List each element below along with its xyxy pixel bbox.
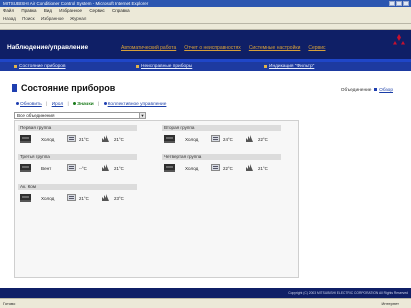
square-icon xyxy=(373,88,377,91)
room-temperature: 21°C xyxy=(114,137,124,142)
menu-item-view[interactable]: Вид xyxy=(44,8,52,13)
window-titlebar: MITSUBISHI Air Conditioner Control Syste… xyxy=(0,0,411,7)
current-view-label: Значки xyxy=(77,102,94,107)
status-text: Готово xyxy=(3,301,16,306)
app-nav: Наблюдение/управление Автоматический раб… xyxy=(0,30,411,59)
operation-mode: Холод xyxy=(41,137,55,142)
room-temperature: 23°C xyxy=(114,196,124,201)
indoor-unit-icon[interactable] xyxy=(164,164,175,172)
minimize-button[interactable] xyxy=(389,1,395,6)
refresh-icon xyxy=(16,102,19,105)
action-links: Обновить | Ирол | Значки | Коллективное … xyxy=(16,102,166,107)
window-title: MITSUBISHI Air Conditioner Control Syste… xyxy=(3,1,149,6)
group-card[interactable]: Третья группа Вент --°C 21°C xyxy=(18,154,137,176)
browser-toolbar: Назад Поиск Избранное Журнал xyxy=(0,14,411,24)
operation-mode: Холод xyxy=(185,137,199,142)
nav-link-auto[interactable]: Автоматический работа xyxy=(121,45,176,51)
operation-mode: Холод xyxy=(185,166,199,171)
sub-nav: Состояние приборов Неисправные приборы И… xyxy=(0,59,411,71)
room-temperature: 22°C xyxy=(258,137,268,142)
indoor-unit-icon[interactable] xyxy=(20,194,31,202)
favorites-button[interactable]: Избранное xyxy=(41,16,64,21)
set-temperature: --°C xyxy=(79,166,87,171)
fan-speed-icon xyxy=(245,134,254,143)
subnav-link-faulty[interactable]: Неисправные приборы xyxy=(141,64,192,69)
bullet-icon xyxy=(14,65,17,68)
menu-bar: Файл Правка Вид Избранное Сервис Справка xyxy=(0,7,411,14)
view-mode-link[interactable]: Ирол xyxy=(52,102,63,107)
group-card[interactable]: Вторая группа Холод 24°C 22°C xyxy=(162,125,281,147)
chevron-down-icon[interactable]: ▼ xyxy=(139,113,145,118)
brand-logo xyxy=(390,34,408,48)
search-button[interactable]: Поиск xyxy=(22,16,34,21)
union-label: Объединение xyxy=(340,88,372,93)
menu-item-help[interactable]: Справка xyxy=(112,8,130,13)
main-content: Состояние приборов Объединение Обзор Обн… xyxy=(0,71,411,288)
refresh-link[interactable]: Обновить xyxy=(20,102,42,107)
indoor-unit-icon[interactable] xyxy=(20,135,31,143)
set-temperature: 21°C xyxy=(79,196,89,201)
footer: Copyright (C) 2003 MITSUBISHI ELECTRIC C… xyxy=(0,288,411,298)
menu-item-edit[interactable]: Правка xyxy=(21,8,36,13)
bullet-icon xyxy=(136,65,139,68)
menu-item-tools[interactable]: Сервис xyxy=(89,8,104,13)
union-select-value: Все объединения xyxy=(17,113,55,118)
nav-title: Наблюдение/управление xyxy=(7,44,89,51)
union-select[interactable]: Все объединения ▼ xyxy=(14,112,146,119)
set-temperature: 24°C xyxy=(223,137,233,142)
collective-control-link[interactable]: Коллективное управление xyxy=(108,102,167,107)
menu-item-favorites[interactable]: Избранное xyxy=(59,8,82,13)
indoor-unit-icon[interactable] xyxy=(20,164,31,172)
page-title: Состояние приборов xyxy=(21,83,116,93)
groups-panel: Первая группа Холод 21°C 21°C Вторая группа Х… xyxy=(14,120,299,278)
menu-item-file[interactable]: Файл xyxy=(3,8,14,13)
fan-speed-icon xyxy=(101,193,110,202)
set-temp-icon xyxy=(67,135,76,142)
fan-speed-icon xyxy=(245,163,254,172)
indoor-unit-icon[interactable] xyxy=(164,135,175,143)
subnav-link-filter[interactable]: Индикация "Фильтр" xyxy=(269,64,314,69)
group-card[interactable]: Ак. Ком Холод 21°C 23°C xyxy=(18,184,137,206)
nav-link-settings[interactable]: Системные настройки xyxy=(249,45,301,51)
subnav-link-status[interactable]: Состояние приборов xyxy=(19,64,66,69)
back-button[interactable]: Назад xyxy=(3,16,16,21)
set-temperature: 22°C xyxy=(223,166,233,171)
operation-mode: Холод xyxy=(41,196,55,201)
copyright-text: Copyright (C) 2003 MITSUBISHI ELECTRIC C… xyxy=(288,291,408,295)
close-button[interactable] xyxy=(403,1,409,6)
operation-mode: Вент xyxy=(41,166,52,171)
zone-text: Интернет xyxy=(381,301,399,306)
fan-speed-icon xyxy=(101,134,110,143)
room-temperature: 21°C xyxy=(258,166,268,171)
maximize-button[interactable] xyxy=(396,1,402,6)
title-square-icon xyxy=(12,84,17,92)
collective-icon xyxy=(103,102,107,105)
fan-speed-icon xyxy=(101,163,110,172)
bullet-icon xyxy=(264,65,267,68)
group-card[interactable]: Четвертая группа Холод 22°C 21°C xyxy=(162,154,281,176)
set-temp-icon xyxy=(211,164,220,171)
icons-view-icon xyxy=(73,102,77,105)
history-button[interactable]: Журнал xyxy=(70,16,86,21)
nav-link-service[interactable]: Сервис xyxy=(308,45,325,51)
nav-link-errors[interactable]: Отчет о неисправностях xyxy=(184,45,241,51)
set-temp-icon xyxy=(67,194,76,201)
status-bar: Готово Интернет xyxy=(0,298,411,308)
set-temperature: 21°C xyxy=(79,137,89,142)
browse-link[interactable]: Обзор xyxy=(379,88,393,93)
group-card[interactable]: Первая группа Холод 21°C 21°C xyxy=(18,125,137,147)
set-temp-icon xyxy=(67,164,76,171)
union-selector: Объединение Обзор xyxy=(341,88,393,93)
set-temp-icon xyxy=(211,135,220,142)
room-temperature: 21°C xyxy=(114,166,124,171)
